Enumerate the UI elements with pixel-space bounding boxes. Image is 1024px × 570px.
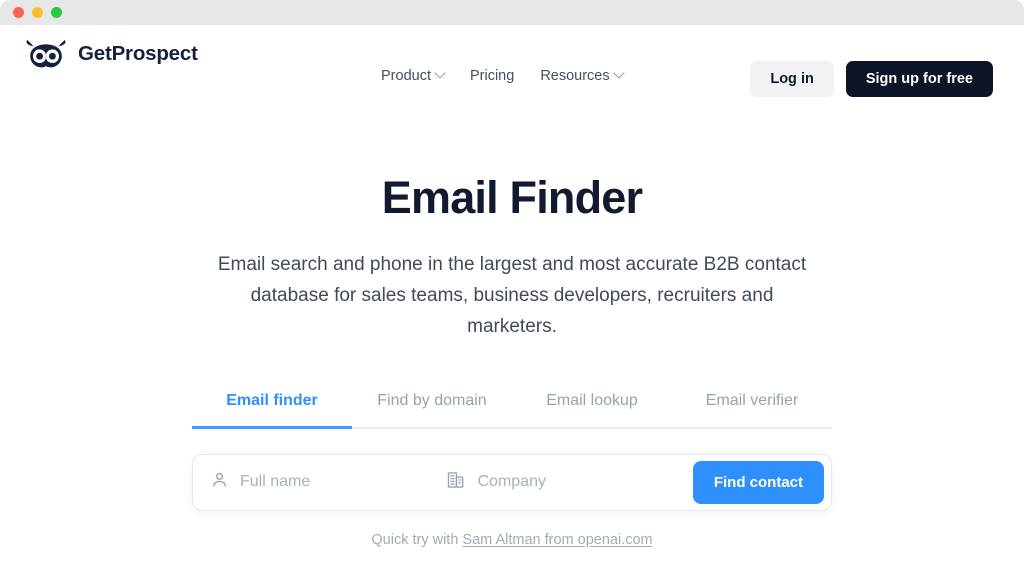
page-title: Email Finder [381, 172, 643, 223]
full-name-input[interactable] [240, 473, 447, 491]
minimize-window-button[interactable] [32, 7, 43, 18]
nav-item-label: Pricing [469, 68, 515, 84]
quick-try-example-link[interactable]: Sam Altman from openai.com [462, 532, 652, 548]
nav-item-product[interactable]: Product [381, 67, 446, 84]
building-icon [446, 470, 466, 495]
full-name-field-group [210, 455, 447, 510]
search-tabs-container: Email finder Find by domain Email lookup… [192, 392, 832, 429]
window-titlebar [0, 0, 1024, 25]
tab-email-verifier[interactable]: Email verifier [672, 392, 832, 429]
login-button[interactable]: Log in [750, 61, 834, 97]
company-input[interactable] [477, 473, 693, 491]
signup-button[interactable]: Sign up for free [845, 61, 993, 97]
email-finder-search-bar: Find contact [192, 453, 832, 511]
nav-item-pricing[interactable]: Pricing [470, 68, 514, 84]
tab-email-finder[interactable]: Email finder [192, 392, 352, 429]
nav-item-label: Resources [540, 68, 610, 84]
nav-item-label: Product [381, 68, 431, 84]
page-content: GetProspect Product Pricing Resources Lo… [0, 25, 1024, 570]
owl-icon [24, 39, 68, 69]
tab-email-lookup[interactable]: Email lookup [512, 392, 672, 429]
hero-subtitle: Email search and phone in the largest an… [217, 253, 807, 337]
chevron-down-icon [434, 67, 446, 79]
main-navigation: Product Pricing Resources [381, 67, 625, 84]
hero-section: Email Finder Email search and phone in t… [0, 173, 1024, 342]
company-field-group [446, 455, 693, 510]
maximize-window-button[interactable] [51, 7, 62, 18]
brand-logo-link[interactable]: GetProspect [24, 39, 198, 69]
tab-find-by-domain[interactable]: Find by domain [352, 392, 512, 429]
find-contact-button[interactable]: Find contact [692, 460, 824, 504]
header-actions: Log in Sign up for free [750, 61, 993, 97]
person-icon [210, 470, 229, 494]
search-tabs: Email finder Find by domain Email lookup… [192, 392, 832, 429]
close-window-button[interactable] [13, 7, 24, 18]
quick-try-hint: Quick try with Sam Altman from openai.co… [0, 532, 1024, 548]
chevron-down-icon [612, 67, 625, 79]
browser-window: GetProspect Product Pricing Resources Lo… [0, 0, 1024, 570]
brand-name: GetProspect [78, 42, 198, 65]
quick-try-prefix: Quick try with [371, 531, 463, 548]
site-header: GetProspect Product Pricing Resources Lo… [0, 25, 1024, 105]
nav-item-resources[interactable]: Resources [540, 67, 625, 84]
